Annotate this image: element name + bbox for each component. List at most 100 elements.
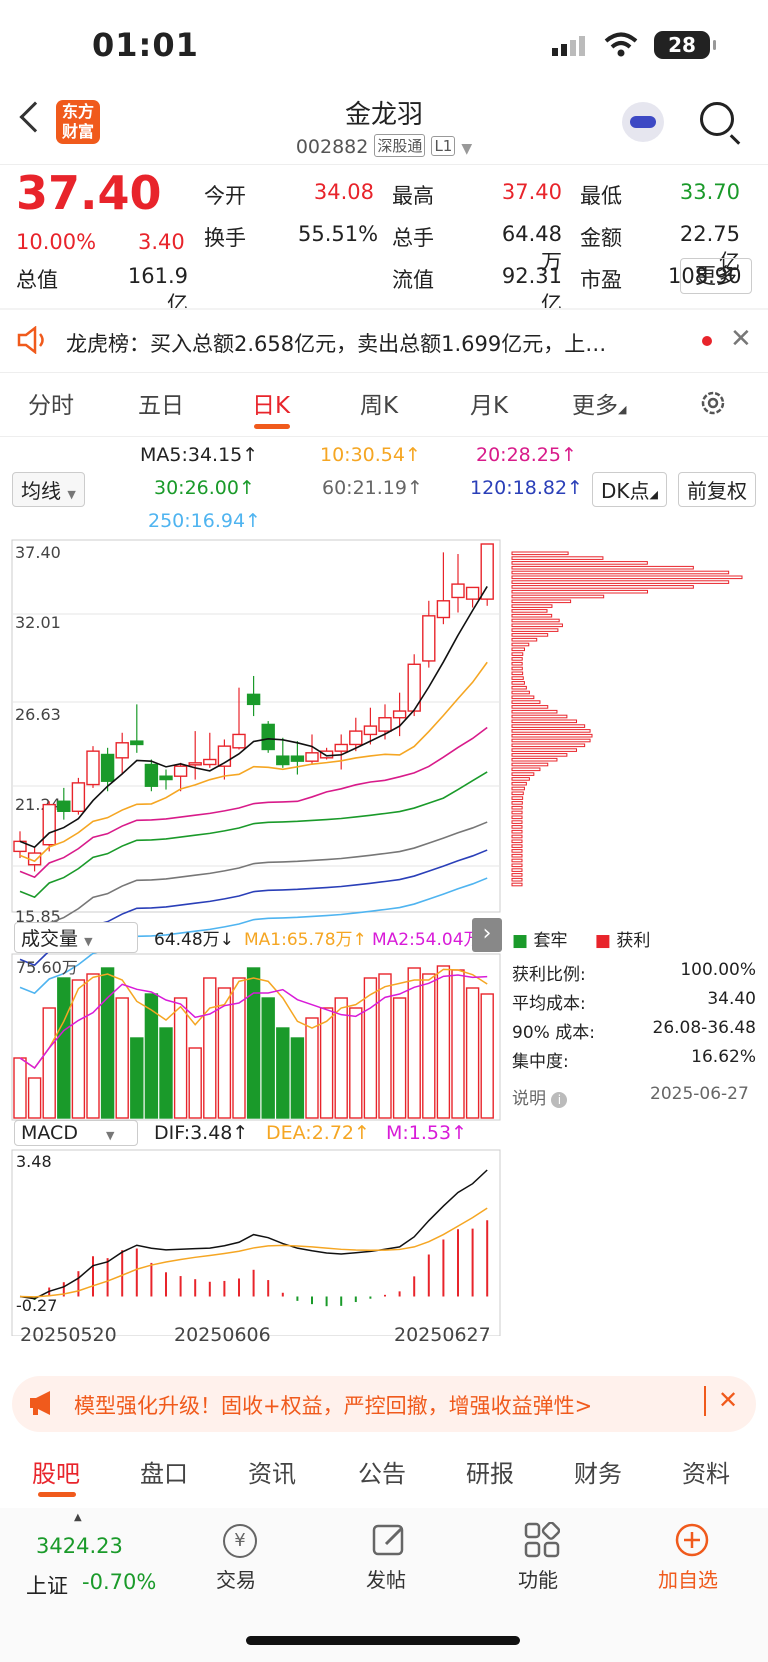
chip-bar — [511, 724, 586, 728]
ma30-line — [19, 771, 488, 899]
index-name[interactable]: 上证 — [26, 1570, 68, 1600]
volume-top-label: 75.60万 — [16, 958, 78, 977]
volume-bar — [334, 997, 348, 1119]
volume-bar — [290, 1037, 305, 1119]
volume-bar — [115, 997, 129, 1119]
trade-button[interactable]: ¥ — [220, 1524, 260, 1558]
quote-value: 34.08 — [313, 180, 374, 204]
quote-value: 33.70 — [679, 180, 740, 204]
edit-post-icon[interactable] — [372, 1522, 408, 1562]
close-icon[interactable]: ✕ — [718, 1386, 738, 1414]
candle-body — [130, 740, 144, 746]
tab-weekly-k[interactable]: 周K — [360, 386, 398, 420]
candle-body — [71, 782, 86, 812]
promo-banner[interactable]: 模型强化升级！固收+权益，严控回撤，增强收益弹性> ✕ — [12, 1376, 756, 1432]
more-button[interactable]: 更多 — [680, 258, 752, 294]
expand-panel-icon[interactable]: › — [472, 918, 502, 952]
quote-value: 55.51% — [298, 222, 379, 246]
chip-bar — [511, 695, 535, 700]
volume-bar — [173, 997, 188, 1119]
tab-announcements[interactable]: 公告 — [358, 1454, 406, 1489]
chip-stat-value: 100.00% — [680, 960, 756, 980]
quote-label: 市盈 — [580, 268, 622, 292]
tab-more[interactable]: 更多◢ — [572, 386, 626, 420]
tab-profile[interactable]: 资料 — [682, 1454, 730, 1489]
quote-value: 37.40 — [501, 180, 562, 204]
chip-bar — [511, 657, 523, 661]
chip-bar — [511, 561, 648, 565]
function-grid-icon[interactable] — [524, 1521, 561, 1562]
chip-bar — [511, 709, 558, 714]
tab-monthly-k[interactable]: 月K — [470, 386, 508, 420]
function-label[interactable]: 功能 — [518, 1564, 558, 1593]
tab-news[interactable]: 资讯 — [248, 1454, 296, 1489]
tab-daily-k[interactable]: 日K — [252, 386, 290, 420]
price-frame — [11, 539, 501, 913]
chip-legend: ■ 套牢 ■ 获利 — [512, 931, 651, 951]
macd-dif: DIF:3.48↑ — [154, 1122, 249, 1144]
trade-label[interactable]: 交易 — [216, 1564, 256, 1593]
close-icon[interactable]: ✕ — [730, 324, 752, 354]
macd-bottom-label: -0.27 — [16, 1296, 58, 1315]
tab-financials[interactable]: 财务 — [574, 1454, 622, 1489]
candle-body — [261, 723, 275, 751]
quote-label: 最高 — [392, 184, 434, 208]
adjust-button[interactable]: 前复权 — [678, 472, 756, 507]
chevron-up-icon[interactable]: ▲ — [74, 1512, 82, 1523]
tab-forum[interactable]: 股吧 — [32, 1454, 80, 1489]
chip-bar — [511, 623, 563, 628]
chip-bar — [511, 781, 527, 786]
index-value[interactable]: 3424.23 — [36, 1534, 123, 1558]
quote-label: 金额 — [580, 226, 622, 250]
chip-bar — [511, 580, 730, 584]
volume-bar — [261, 997, 275, 1119]
chip-bar — [511, 729, 591, 733]
chip-bar — [511, 820, 523, 824]
chip-bar — [511, 628, 559, 632]
ma5-label: MA5:34.15↑ — [140, 444, 259, 466]
volume-selector[interactable]: 成交量 ▼ — [14, 922, 138, 953]
post-label[interactable]: 发帖 — [366, 1564, 406, 1593]
add-watchlist-label[interactable]: 加自选 — [658, 1564, 718, 1593]
market-tag: 深股通 — [374, 134, 426, 157]
ma120-label: 120:18.82↑ — [470, 477, 583, 499]
macd-selector[interactable]: MACD ▼ — [14, 1120, 138, 1146]
add-watchlist-icon[interactable] — [674, 1522, 710, 1562]
tab-five-day[interactable]: 五日 — [138, 386, 184, 420]
chip-bar — [511, 815, 523, 820]
chip-note[interactable]: 说明 i — [512, 1084, 568, 1109]
macd-top-label: 3.48 — [16, 1152, 52, 1171]
chip-bar — [511, 647, 525, 652]
candle-body — [100, 753, 115, 782]
search-icon[interactable] — [700, 102, 734, 136]
index-change[interactable]: -0.70% — [82, 1570, 156, 1594]
dk-point-button[interactable]: DK点◢ — [592, 472, 667, 507]
settings-gear-icon[interactable] — [698, 388, 728, 422]
ma5-line — [19, 586, 488, 849]
volume-bar — [392, 997, 407, 1119]
chip-bar — [511, 633, 549, 637]
assistant-avatar-icon[interactable] — [622, 102, 664, 142]
candle-body — [115, 742, 129, 759]
volume-bar — [407, 967, 421, 1119]
notice-bar[interactable]: 龙虎榜：买入总额2.658亿元，卖出总额1.699亿元，上… ✕ — [0, 310, 768, 372]
candle-body — [305, 752, 319, 762]
speaker-icon — [16, 325, 50, 358]
volume-bar — [451, 969, 465, 1119]
tab-research[interactable]: 研报 — [466, 1454, 514, 1489]
chip-bar — [511, 642, 530, 647]
ma60-label: 60:21.19↑ — [322, 477, 423, 499]
candle-body — [436, 600, 451, 619]
volume-bar — [27, 1077, 42, 1119]
info-tabs: 股吧 盘口 资讯 公告 研报 财务 资料 — [0, 1438, 768, 1506]
quote-label: 今开 — [204, 184, 246, 208]
ma-selector[interactable]: 均线 ▼ — [12, 472, 85, 507]
chip-bar — [511, 575, 743, 580]
notice-text: 龙虎榜：买入总额2.658亿元，卖出总额1.699亿元，上… — [66, 332, 607, 356]
volume-bar — [422, 973, 436, 1119]
chip-bar — [511, 599, 572, 604]
chip-stat-value: 34.40 — [707, 989, 756, 1009]
wifi-icon — [604, 32, 638, 62]
tab-order-book[interactable]: 盘口 — [140, 1454, 188, 1489]
tab-intraday[interactable]: 分时 — [28, 386, 74, 420]
